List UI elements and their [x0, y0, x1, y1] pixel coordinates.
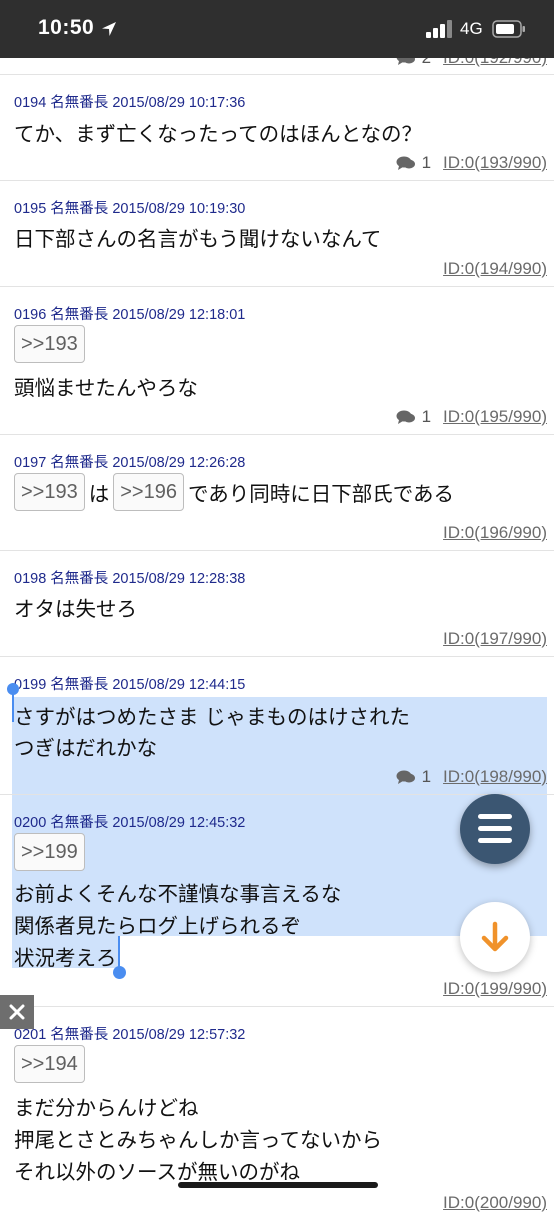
- post-0197: 0197 名無番長 2015/08/29 12:26:28 >>193 は >>…: [0, 434, 554, 551]
- reply-count[interactable]: 1: [396, 407, 431, 427]
- close-ad-button[interactable]: [0, 995, 34, 1029]
- post-body-line: 関係者見たらログ上げられるぞ: [14, 914, 301, 938]
- post-header[interactable]: 0197 名無番長 2015/08/29 12:26:28: [14, 451, 245, 472]
- post-body-line: 押尾とさとみちゃんしか言ってないから: [14, 1128, 382, 1152]
- post-footer: ID:0(197/990): [443, 629, 547, 649]
- reply-count[interactable]: 1: [396, 153, 431, 173]
- post-body-line: 頭悩ませたんやろな: [14, 376, 198, 400]
- post-body-line: さすがはつめたさま じゃまものはけされた: [14, 705, 411, 729]
- post-body-text: は: [88, 482, 110, 506]
- anchor-link[interactable]: >>199: [14, 833, 85, 871]
- post-body-line: お前よくそんな不謹慎な事言えるな: [14, 882, 342, 906]
- post-body-line: つぎはだれかな: [14, 736, 158, 760]
- speech-bubbles-icon: [396, 410, 415, 424]
- post-id-link[interactable]: ID:0(198/990): [443, 767, 547, 787]
- close-icon: [9, 1004, 25, 1020]
- post-footer: ID:0(200/990): [443, 1193, 547, 1213]
- network-type: 4G: [460, 19, 483, 38]
- reply-count[interactable]: 1: [396, 767, 431, 787]
- post-footer: ID:0(196/990): [443, 523, 547, 543]
- hamburger-menu-icon: [478, 814, 512, 843]
- cellular-signal-icon: [426, 20, 452, 38]
- thread-view: 2 ID:0(192/990) 0194 名無番長 2015/08/29 10:…: [0, 0, 554, 1212]
- status-time: 10:50: [38, 16, 95, 39]
- post-footer: 1 ID:0(195/990): [396, 407, 547, 427]
- post-0196: 0196 名無番長 2015/08/29 12:18:01 >>193 頭悩ませ…: [0, 286, 554, 435]
- post-body-line: オタは失せろ: [14, 597, 137, 621]
- post-header[interactable]: 0198 名無番長 2015/08/29 12:28:38: [14, 567, 245, 588]
- post-footer: 1 ID:0(198/990): [396, 767, 547, 787]
- post-body-line: それ以外のソースが無いのがね: [14, 1160, 300, 1184]
- post-body-line: まだ分からんけどね: [14, 1096, 199, 1120]
- post-body-line: 日下部さんの名言がもう聞けないなんて: [14, 227, 382, 251]
- post-0194: 0194 名無番長 2015/08/29 10:17:36 てか、まず亡くなった…: [0, 74, 554, 181]
- scroll-down-button[interactable]: [460, 902, 530, 972]
- anchor-link[interactable]: >>193: [14, 325, 85, 363]
- anchor-link[interactable]: >>194: [14, 1045, 85, 1083]
- post-0201: 0201 名無番長 2015/08/29 12:57:32 >>194 まだ分か…: [0, 1006, 554, 1212]
- post-body-text: であり同時に日下部氏である: [187, 482, 455, 506]
- battery-icon: [492, 20, 525, 38]
- post-header[interactable]: 0199 名無番長 2015/08/29 12:44:15: [14, 673, 245, 694]
- post-header[interactable]: 0201 名無番長 2015/08/29 12:57:32: [14, 1023, 245, 1044]
- ios-status-bar: 10:50 4G: [0, 0, 554, 58]
- post-0199: 0199 名無番長 2015/08/29 12:44:15 さすがはつめたさま …: [0, 656, 554, 795]
- post-0198: 0198 名無番長 2015/08/29 12:28:38 オタは失せろ ID:…: [0, 550, 554, 657]
- post-id-link[interactable]: ID:0(194/990): [443, 259, 547, 279]
- menu-fab-button[interactable]: [460, 794, 530, 864]
- arrow-down-icon: [481, 921, 509, 952]
- post-0195: 0195 名無番長 2015/08/29 10:19:30 日下部さんの名言がも…: [0, 180, 554, 287]
- post-footer: ID:0(199/990): [443, 979, 547, 999]
- post-id-link[interactable]: ID:0(196/990): [443, 523, 547, 543]
- anchor-link[interactable]: >>193: [14, 473, 85, 511]
- home-indicator[interactable]: [178, 1182, 378, 1188]
- post-body-line: てか、まず亡くなったってのはほんとなの？: [14, 122, 422, 146]
- post-header[interactable]: 0194 名無番長 2015/08/29 10:17:36: [14, 91, 245, 112]
- post-footer: 1 ID:0(193/990): [396, 153, 547, 173]
- location-arrow-icon: [102, 22, 116, 36]
- post-id-link[interactable]: ID:0(195/990): [443, 407, 547, 427]
- post-header[interactable]: 0200 名無番長 2015/08/29 12:45:32: [14, 811, 245, 832]
- post-body-line: 状況考えろ: [14, 946, 117, 970]
- post-header[interactable]: 0196 名無番長 2015/08/29 12:18:01: [14, 303, 245, 324]
- post-footer: ID:0(194/990): [443, 259, 547, 279]
- post-id-link[interactable]: ID:0(199/990): [443, 979, 547, 999]
- speech-bubbles-icon: [396, 156, 415, 170]
- post-header[interactable]: 0195 名無番長 2015/08/29 10:19:30: [14, 197, 245, 218]
- selection-start-caret: [12, 692, 14, 722]
- speech-bubbles-icon: [396, 770, 415, 784]
- post-id-link[interactable]: ID:0(193/990): [443, 153, 547, 173]
- selection-end-handle[interactable]: [113, 966, 126, 979]
- post-id-link[interactable]: ID:0(200/990): [443, 1193, 547, 1213]
- anchor-link[interactable]: >>196: [113, 473, 184, 511]
- selection-end-caret: [118, 936, 120, 968]
- post-id-link[interactable]: ID:0(197/990): [443, 629, 547, 649]
